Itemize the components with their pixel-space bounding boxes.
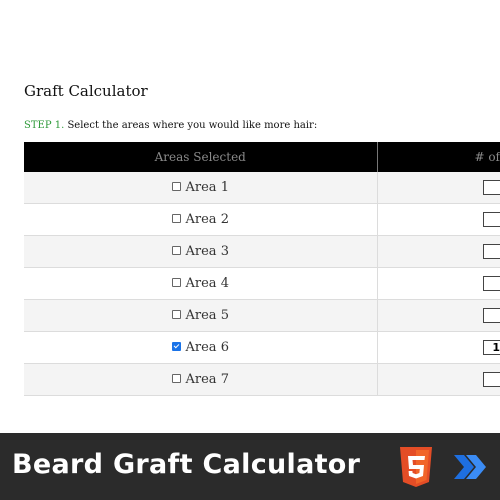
area-7-count-input[interactable]	[483, 372, 500, 387]
area-label: Area 6	[185, 340, 229, 355]
area-option-3[interactable]: Area 3	[24, 235, 378, 268]
area-option-5[interactable]: Area 5	[24, 299, 378, 332]
area-label: Area 3	[185, 244, 229, 259]
count-cell	[377, 267, 500, 300]
area-6-count-input[interactable]: 1	[483, 340, 500, 355]
area-6-checkbox[interactable]	[171, 342, 181, 351]
area-label: Area 5	[185, 308, 229, 323]
table-row: Area 7	[24, 363, 500, 396]
area-option-1[interactable]: Area 1	[24, 172, 378, 204]
area-2-checkbox[interactable]	[171, 214, 181, 223]
graft-count-header: # of	[377, 142, 500, 172]
step-text: Select the areas where you would like mo…	[64, 120, 318, 131]
area-5-checkbox[interactable]	[171, 310, 181, 319]
area-1-checkbox[interactable]	[171, 182, 181, 191]
table-row: Area 2	[24, 203, 500, 236]
area-label: Area 2	[185, 212, 229, 227]
table-row: Area 3	[24, 235, 500, 268]
area-4-checkbox[interactable]	[171, 278, 181, 287]
area-1-count-input[interactable]	[483, 180, 500, 195]
graft-table: Areas Selected # of Area 1 Area 2 Area 3…	[24, 142, 500, 396]
table-row: Area 1	[24, 172, 500, 204]
count-cell	[377, 363, 500, 396]
area-2-count-input[interactable]	[483, 212, 500, 227]
banner-title: Beard Graft Calculator	[12, 449, 361, 480]
area-option-2[interactable]: Area 2	[24, 203, 378, 236]
area-label: Area 4	[185, 276, 229, 291]
area-5-count-input[interactable]	[483, 308, 500, 323]
count-cell	[377, 299, 500, 332]
area-option-7[interactable]: Area 7	[24, 363, 378, 396]
area-3-count-input[interactable]	[483, 244, 500, 259]
count-cell	[377, 235, 500, 268]
step-number: STEP 1.	[24, 120, 65, 131]
table-row: Area 4	[24, 267, 500, 300]
area-option-4[interactable]: Area 4	[24, 267, 378, 300]
count-cell	[377, 203, 500, 236]
table-row: Area 5	[24, 299, 500, 332]
area-label: Area 7	[185, 372, 229, 387]
step-instruction: STEP 1. Select the areas where you would…	[24, 120, 317, 131]
areas-selected-header: Areas Selected	[24, 142, 378, 172]
area-label: Area 1	[185, 180, 229, 195]
footer-banner: Beard Graft Calculator	[0, 433, 500, 500]
count-cell: 1	[377, 331, 500, 364]
count-cell	[377, 172, 500, 204]
area-3-checkbox[interactable]	[171, 246, 181, 255]
html5-logo-icon	[400, 447, 432, 487]
area-7-checkbox[interactable]	[171, 374, 181, 383]
page-title: Graft Calculator	[24, 82, 148, 100]
brand-chevron-logo-icon	[454, 455, 486, 479]
table-row: Area 6 1	[24, 331, 500, 364]
area-4-count-input[interactable]	[483, 276, 500, 291]
area-option-6[interactable]: Area 6	[24, 331, 378, 364]
